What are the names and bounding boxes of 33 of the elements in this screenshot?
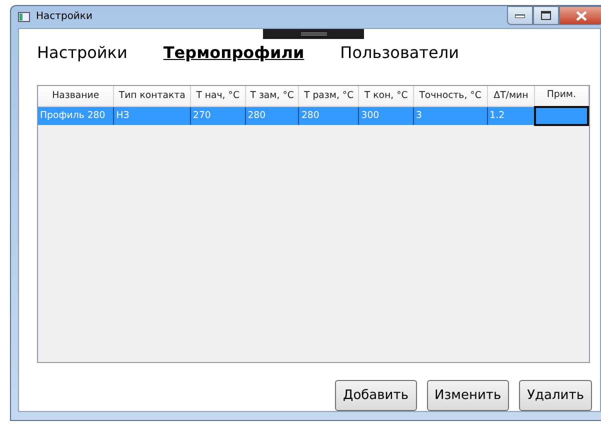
column-header[interactable]: T кон, °C [358,86,414,106]
column-header[interactable]: Прим. [534,86,588,106]
column-header[interactable]: T разм, °C [298,86,359,106]
minimize-icon [515,14,525,18]
tab[interactable]: Термопрофили [163,40,304,64]
window-title: Настройки [36,10,92,24]
table-cell: Профиль 280 [38,106,114,124]
grip-handle[interactable] [263,28,364,38]
column-header[interactable]: T зам, °C [245,86,299,106]
table-cell: 300 [358,106,414,124]
column-header[interactable]: Точность, °C [413,86,488,106]
column-header[interactable]: Название [38,86,114,106]
table-cell: 280 [245,106,299,124]
maximize-icon [541,11,551,20]
table-cell: 3 [413,106,488,124]
action-button[interactable]: Добавить [335,380,416,411]
column-header[interactable]: T нач, °C [190,86,246,106]
column-header[interactable]: Тип контакта [114,86,190,106]
table-cell: НЗ [114,106,190,124]
table-cell: 270 [190,106,246,124]
action-button[interactable]: Изменить [426,380,510,411]
maximize-button[interactable] [533,6,559,25]
column-header[interactable]: ΔT/мин [487,86,535,106]
close-button[interactable] [559,6,601,25]
minimize-button[interactable] [507,6,533,25]
focused-cell[interactable] [534,106,588,124]
table-cell: 1.2 [487,106,535,124]
close-icon [576,10,586,20]
app-icon [18,12,30,22]
tab[interactable]: Настройки [37,40,128,64]
action-button[interactable]: Удалить [519,380,592,411]
tab[interactable]: Пользователи [340,40,459,64]
table-cell: 280 [298,106,359,124]
